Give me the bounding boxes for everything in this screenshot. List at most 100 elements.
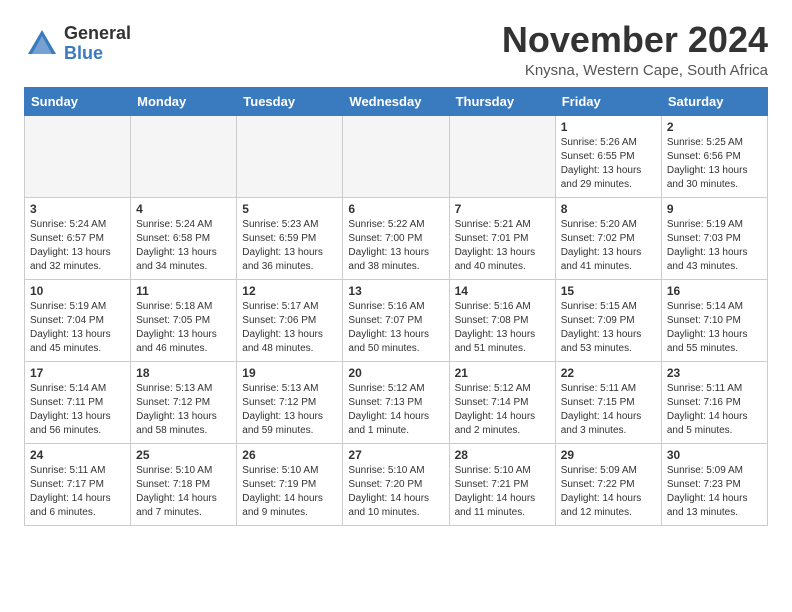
day-info: Sunrise: 5:11 AMSunset: 7:17 PMDaylight:…	[30, 464, 125, 520]
calendar-cell	[131, 115, 237, 197]
calendar-cell: 1 Sunrise: 5:26 AMSunset: 6:55 PMDaylight…	[555, 115, 661, 197]
page-header: General Blue November 2024 Knysna, Weste…	[24, 20, 768, 79]
calendar-header-row: SundayMondayTuesdayWednesdayThursdayFrid…	[25, 87, 768, 115]
day-info: Sunrise: 5:19 AMSunset: 7:04 PMDaylight:…	[30, 300, 125, 356]
day-info: Sunrise: 5:19 AMSunset: 7:03 PMDaylight:…	[667, 218, 762, 274]
column-header-thursday: Thursday	[449, 87, 555, 115]
day-number: 17	[30, 366, 125, 380]
calendar-week-4: 17 Sunrise: 5:14 AMSunset: 7:11 PMDayligh…	[25, 361, 768, 443]
calendar-cell: 10 Sunrise: 5:19 AMSunset: 7:04 PMDayligh…	[25, 279, 131, 361]
day-number: 11	[136, 284, 231, 298]
day-number: 10	[30, 284, 125, 298]
day-number: 15	[561, 284, 656, 298]
day-info: Sunrise: 5:14 AMSunset: 7:10 PMDaylight:…	[667, 300, 762, 356]
day-number: 18	[136, 366, 231, 380]
calendar-cell: 11 Sunrise: 5:18 AMSunset: 7:05 PMDayligh…	[131, 279, 237, 361]
day-info: Sunrise: 5:16 AMSunset: 7:07 PMDaylight:…	[348, 300, 443, 356]
calendar-cell: 3Sunrise: 5:24 AMSunset: 6:57 PMDaylight…	[25, 197, 131, 279]
calendar-cell: 17 Sunrise: 5:14 AMSunset: 7:11 PMDayligh…	[25, 361, 131, 443]
day-number: 25	[136, 448, 231, 462]
day-number: 8	[561, 202, 656, 216]
location-text: Knysna, Western Cape, South Africa	[502, 62, 768, 79]
calendar-cell: 2 Sunrise: 5:25 AMSunset: 6:56 PMDaylight…	[661, 115, 767, 197]
column-header-wednesday: Wednesday	[343, 87, 449, 115]
column-header-monday: Monday	[131, 87, 237, 115]
day-info: Sunrise: 5:13 AMSunset: 7:12 PMDaylight:…	[242, 382, 337, 438]
logo-general-text: General	[64, 24, 131, 44]
calendar-cell	[237, 115, 343, 197]
calendar-cell: 29Sunrise: 5:09 AMSunset: 7:22 PMDayligh…	[555, 443, 661, 525]
calendar-cell: 26 Sunrise: 5:10 AMSunset: 7:19 PMDayligh…	[237, 443, 343, 525]
calendar-cell: 9Sunrise: 5:19 AMSunset: 7:03 PMDaylight…	[661, 197, 767, 279]
calendar-week-5: 24 Sunrise: 5:11 AMSunset: 7:17 PMDayligh…	[25, 443, 768, 525]
calendar-cell	[343, 115, 449, 197]
calendar-cell: 14 Sunrise: 5:16 AMSunset: 7:08 PMDayligh…	[449, 279, 555, 361]
calendar-cell: 8Sunrise: 5:20 AMSunset: 7:02 PMDaylight…	[555, 197, 661, 279]
calendar-cell: 19 Sunrise: 5:13 AMSunset: 7:12 PMDayligh…	[237, 361, 343, 443]
day-number: 20	[348, 366, 443, 380]
day-info: Sunrise: 5:10 AMSunset: 7:20 PMDaylight:…	[348, 464, 443, 520]
day-number: 14	[455, 284, 550, 298]
day-number: 7	[455, 202, 550, 216]
day-info: Sunrise: 5:14 AMSunset: 7:11 PMDaylight:…	[30, 382, 125, 438]
column-header-saturday: Saturday	[661, 87, 767, 115]
title-area: November 2024 Knysna, Western Cape, Sout…	[502, 20, 768, 79]
day-info: Sunrise: 5:10 AMSunset: 7:19 PMDaylight:…	[242, 464, 337, 520]
day-number: 13	[348, 284, 443, 298]
day-info: Sunrise: 5:18 AMSunset: 7:05 PMDaylight:…	[136, 300, 231, 356]
calendar-cell: 23 Sunrise: 5:11 AMSunset: 7:16 PMDayligh…	[661, 361, 767, 443]
day-number: 28	[455, 448, 550, 462]
calendar-cell: 13 Sunrise: 5:16 AMSunset: 7:07 PMDayligh…	[343, 279, 449, 361]
column-header-sunday: Sunday	[25, 87, 131, 115]
day-number: 3	[30, 202, 125, 216]
day-number: 23	[667, 366, 762, 380]
day-number: 27	[348, 448, 443, 462]
day-number: 16	[667, 284, 762, 298]
day-info: Sunrise: 5:12 AMSunset: 7:13 PMDaylight:…	[348, 382, 443, 438]
calendar-cell: 22 Sunrise: 5:11 AMSunset: 7:15 PMDayligh…	[555, 361, 661, 443]
day-number: 12	[242, 284, 337, 298]
calendar-cell: 7Sunrise: 5:21 AMSunset: 7:01 PMDaylight…	[449, 197, 555, 279]
calendar-cell	[25, 115, 131, 197]
day-number: 21	[455, 366, 550, 380]
day-info: Sunrise: 5:09 AMSunset: 7:23 PMDaylight:…	[667, 464, 762, 520]
month-title: November 2024	[502, 20, 768, 60]
calendar-cell: 28 Sunrise: 5:10 AMSunset: 7:21 PMDayligh…	[449, 443, 555, 525]
day-info: Sunrise: 5:09 AMSunset: 7:22 PMDaylight:…	[561, 464, 656, 520]
calendar-cell: 16 Sunrise: 5:14 AMSunset: 7:10 PMDayligh…	[661, 279, 767, 361]
day-number: 19	[242, 366, 337, 380]
day-number: 26	[242, 448, 337, 462]
day-info: Sunrise: 5:10 AMSunset: 7:18 PMDaylight:…	[136, 464, 231, 520]
calendar-table: SundayMondayTuesdayWednesdayThursdayFrid…	[24, 87, 768, 526]
day-number: 4	[136, 202, 231, 216]
calendar-body: 1 Sunrise: 5:26 AMSunset: 6:55 PMDaylight…	[25, 115, 768, 525]
calendar-cell: 30 Sunrise: 5:09 AMSunset: 7:23 PMDayligh…	[661, 443, 767, 525]
day-info: Sunrise: 5:10 AMSunset: 7:21 PMDaylight:…	[455, 464, 550, 520]
day-info: Sunrise: 5:13 AMSunset: 7:12 PMDaylight:…	[136, 382, 231, 438]
day-number: 2	[667, 120, 762, 134]
day-number: 24	[30, 448, 125, 462]
calendar-week-1: 1 Sunrise: 5:26 AMSunset: 6:55 PMDaylight…	[25, 115, 768, 197]
day-info: Sunrise: 5:24 AMSunset: 6:58 PMDaylight:…	[136, 218, 231, 274]
day-info: Sunrise: 5:12 AMSunset: 7:14 PMDaylight:…	[455, 382, 550, 438]
day-info: Sunrise: 5:16 AMSunset: 7:08 PMDaylight:…	[455, 300, 550, 356]
calendar-cell: 20 Sunrise: 5:12 AMSunset: 7:13 PMDayligh…	[343, 361, 449, 443]
calendar-cell: 24 Sunrise: 5:11 AMSunset: 7:17 PMDayligh…	[25, 443, 131, 525]
logo-blue-text: Blue	[64, 44, 131, 64]
calendar-cell	[449, 115, 555, 197]
day-info: Sunrise: 5:11 AMSunset: 7:15 PMDaylight:…	[561, 382, 656, 438]
day-info: Sunrise: 5:25 AMSunset: 6:56 PMDaylight:…	[667, 136, 762, 192]
day-info: Sunrise: 5:11 AMSunset: 7:16 PMDaylight:…	[667, 382, 762, 438]
calendar-cell: 21 Sunrise: 5:12 AMSunset: 7:14 PMDayligh…	[449, 361, 555, 443]
day-info: Sunrise: 5:26 AMSunset: 6:55 PMDaylight:…	[561, 136, 656, 192]
day-info: Sunrise: 5:17 AMSunset: 7:06 PMDaylight:…	[242, 300, 337, 356]
day-number: 22	[561, 366, 656, 380]
day-number: 30	[667, 448, 762, 462]
day-info: Sunrise: 5:23 AMSunset: 6:59 PMDaylight:…	[242, 218, 337, 274]
calendar-cell: 4 Sunrise: 5:24 AMSunset: 6:58 PMDaylight…	[131, 197, 237, 279]
calendar-cell: 6Sunrise: 5:22 AMSunset: 7:00 PMDaylight…	[343, 197, 449, 279]
day-number: 1	[561, 120, 656, 134]
calendar-cell: 12 Sunrise: 5:17 AMSunset: 7:06 PMDayligh…	[237, 279, 343, 361]
calendar-week-3: 10 Sunrise: 5:19 AMSunset: 7:04 PMDayligh…	[25, 279, 768, 361]
calendar-cell: 18 Sunrise: 5:13 AMSunset: 7:12 PMDayligh…	[131, 361, 237, 443]
